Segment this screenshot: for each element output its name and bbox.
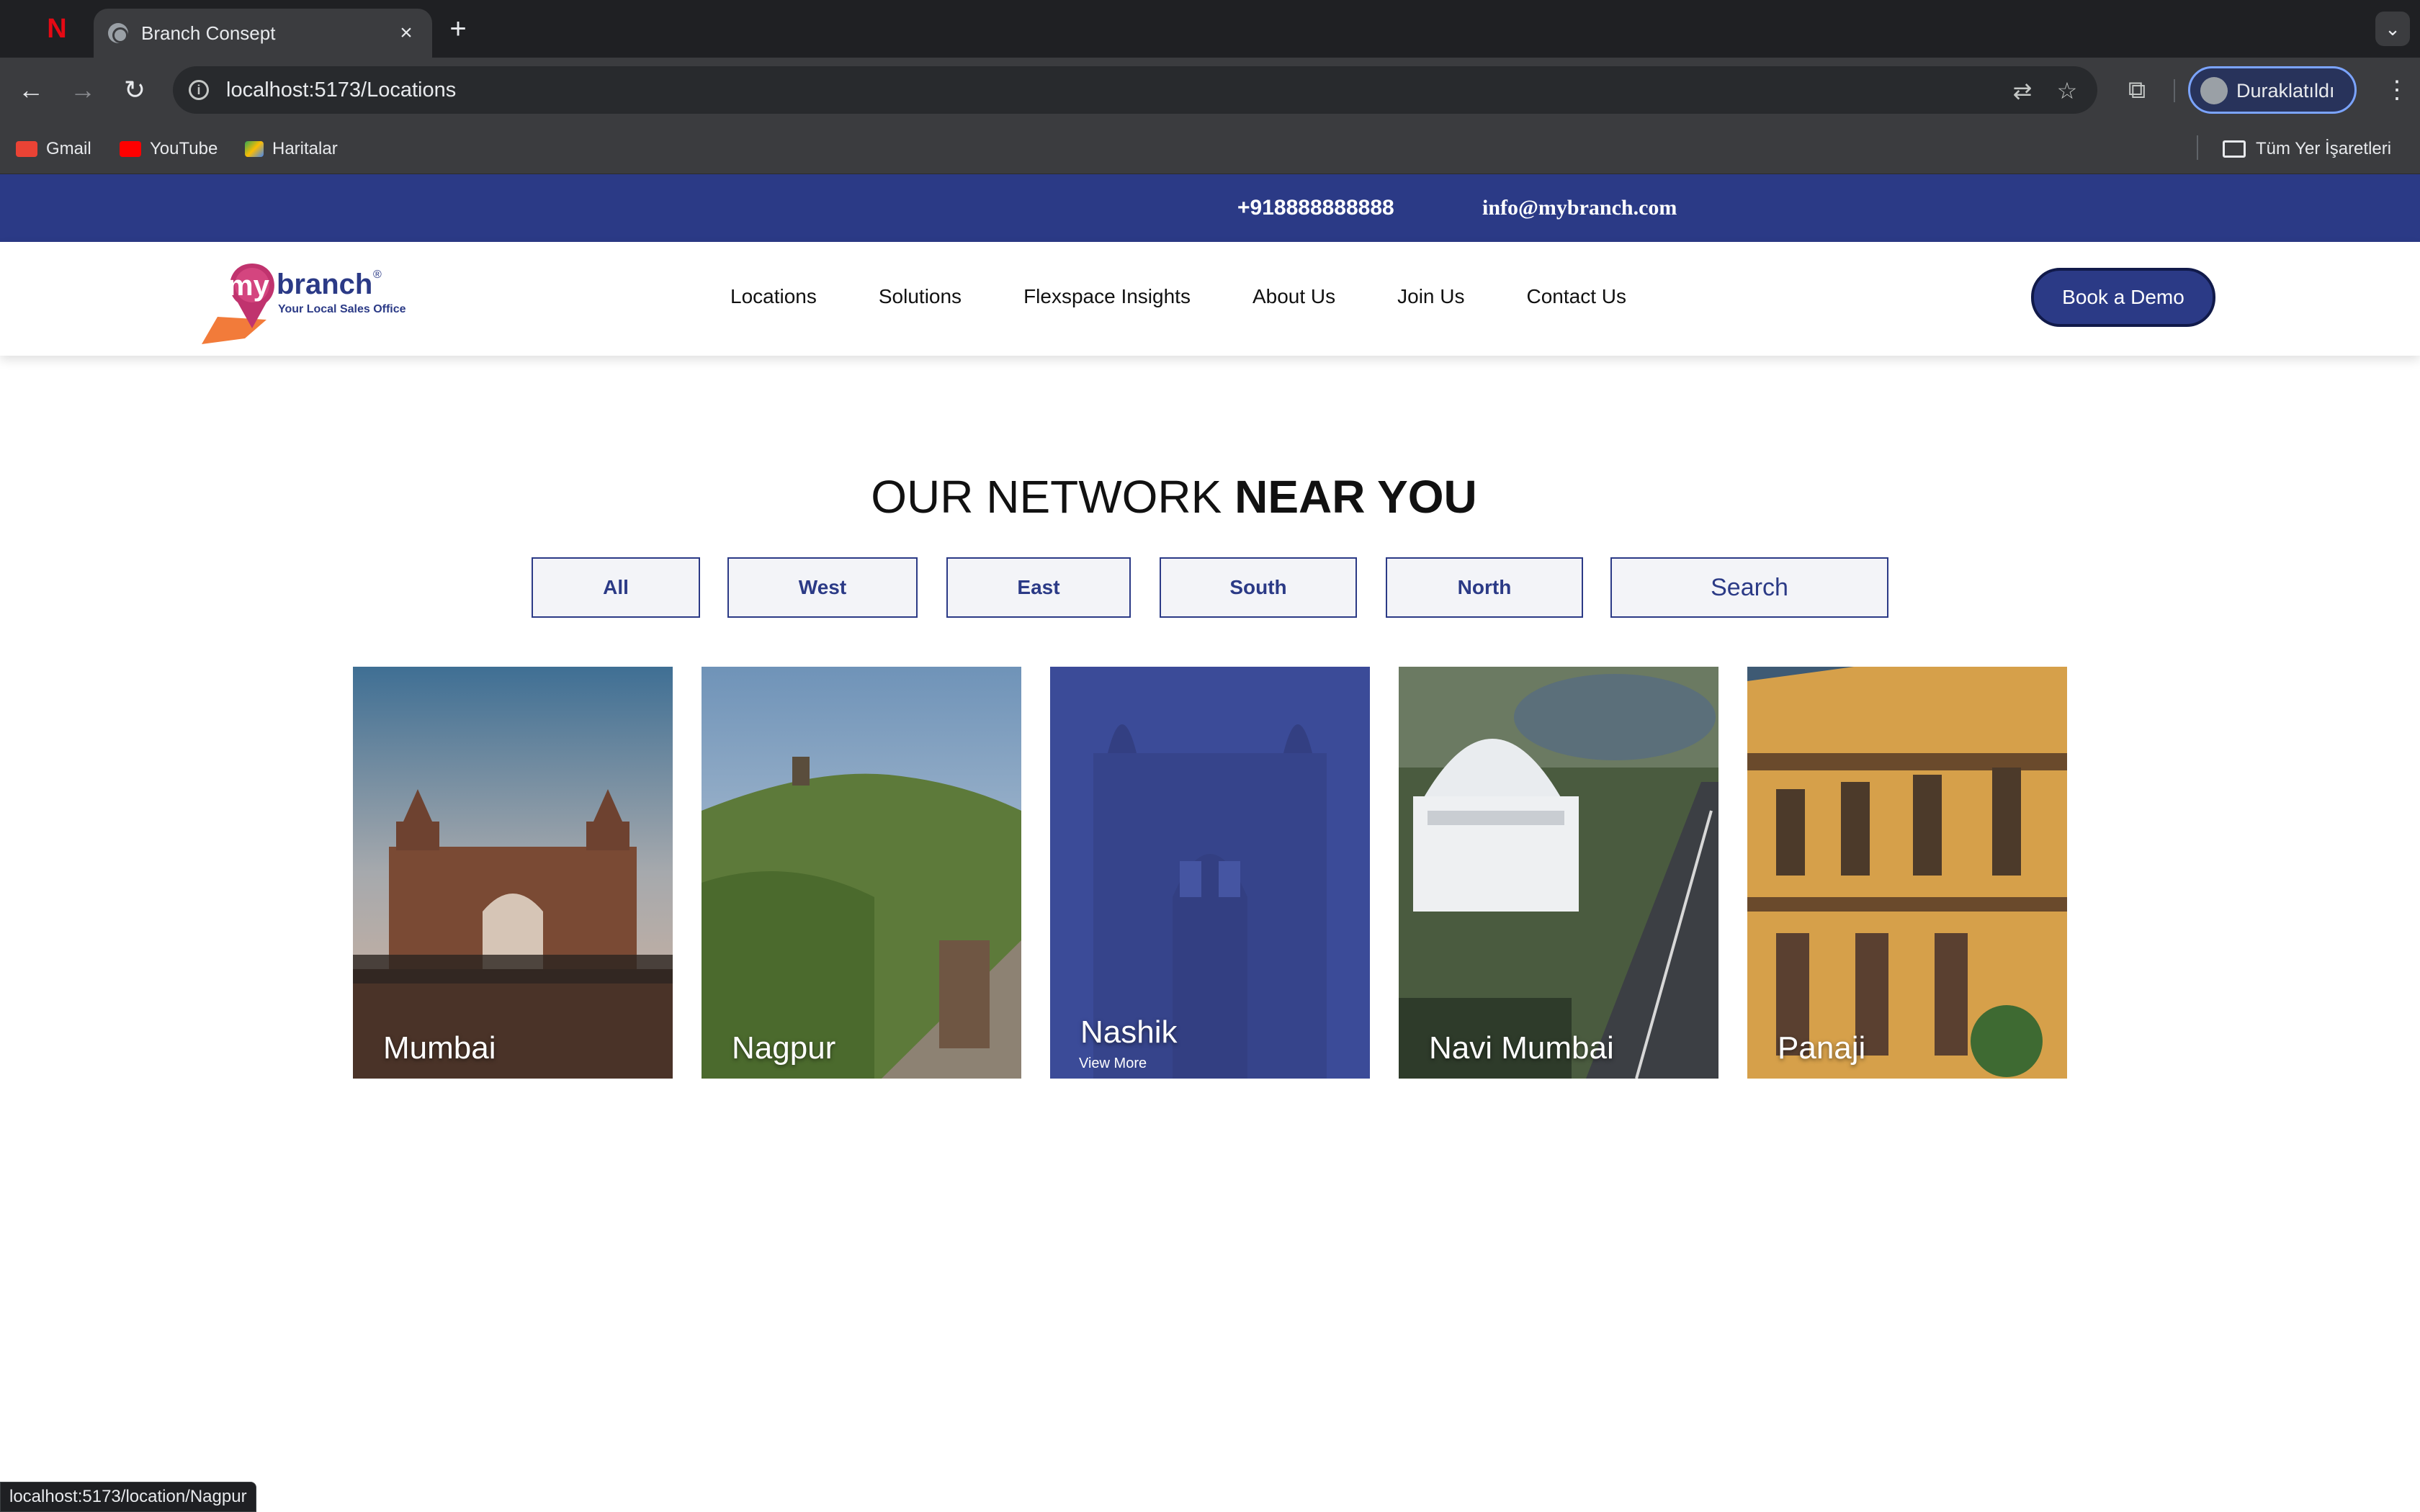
browser-tab-bar: N Branch Consept × + ⌄ xyxy=(0,0,2420,58)
email-address[interactable]: info@mybranch.com xyxy=(1482,193,1677,223)
nav-join-us[interactable]: Join Us xyxy=(1397,278,1464,315)
filter-east-button[interactable]: East xyxy=(946,557,1131,618)
avatar xyxy=(2200,77,2228,104)
main-navbar: my branch ® Your Local Sales Office Loca… xyxy=(0,242,2420,356)
nav-flexspace-insights[interactable]: Flexspace Insights xyxy=(1023,278,1191,315)
location-card-mumbai[interactable]: Mumbai xyxy=(353,667,673,1079)
bookmark-label: Gmail xyxy=(46,139,91,158)
reload-icon[interactable]: ↻ xyxy=(118,73,151,107)
folder-icon xyxy=(2223,140,2246,158)
filter-south-button[interactable]: South xyxy=(1160,557,1357,618)
location-card-navi-mumbai[interactable]: Navi Mumbai xyxy=(1399,667,1718,1079)
location-card-panaji[interactable]: Panaji xyxy=(1747,667,2067,1079)
contact-bar: +918888888888 info@mybranch.com xyxy=(0,174,2420,242)
nav-solutions[interactable]: Solutions xyxy=(879,278,962,315)
mybranch-logo[interactable]: my branch ® Your Local Sales Office xyxy=(202,256,432,346)
bookmark-label: YouTube xyxy=(150,139,218,158)
url-text[interactable]: localhost:5173/Locations xyxy=(226,75,456,105)
logo-branch: branch xyxy=(277,269,372,300)
new-tab-icon[interactable]: + xyxy=(442,13,474,45)
toolbar-divider xyxy=(2174,79,2175,102)
logo-graphic: my branch ® Your Local Sales Office xyxy=(202,264,406,344)
location-card-nashik[interactable]: Nashik View More xyxy=(1050,667,1370,1079)
browser-toolbar: ← → ↻ i localhost:5173/Locations ⇄ ☆ ⧉ D… xyxy=(0,58,2420,122)
forward-icon[interactable]: → xyxy=(66,73,99,107)
star-icon[interactable]: ☆ xyxy=(2053,76,2081,105)
logo-my: my xyxy=(228,270,270,302)
nav-contact-us[interactable]: Contact Us xyxy=(1527,278,1627,315)
nav-locations[interactable]: Locations xyxy=(730,278,817,315)
logo-tagline: Your Local Sales Office xyxy=(278,303,406,315)
card-city-label: Navi Mumbai xyxy=(1429,1030,1614,1066)
bookmarks-bar: Gmail YouTube Haritalar Tüm Yer İşaretle… xyxy=(0,122,2420,174)
phone-number[interactable]: +918888888888 xyxy=(1237,193,1394,223)
search-button[interactable]: Search xyxy=(1610,557,1888,618)
browser-tab[interactable]: Branch Consept × xyxy=(94,9,432,58)
filter-all-button[interactable]: All xyxy=(532,557,700,618)
bookmark-haritalar[interactable]: Haritalar xyxy=(245,137,338,161)
heading-light: OUR NETWORK xyxy=(871,471,1222,523)
profile-button[interactable]: Duraklatıldı xyxy=(2188,66,2357,114)
menu-icon[interactable]: ⋮ xyxy=(2383,72,2411,108)
nav-links: Locations Solutions Flexspace Insights A… xyxy=(730,278,1688,315)
book-demo-button[interactable]: Book a Demo xyxy=(2031,268,2215,327)
chevron-down-icon[interactable]: ⌄ xyxy=(2375,12,2410,46)
filter-north-button[interactable]: North xyxy=(1386,557,1583,618)
netflix-icon[interactable]: N xyxy=(45,13,69,45)
close-icon[interactable]: × xyxy=(392,19,421,48)
location-card-nagpur[interactable]: Nagpur xyxy=(702,667,1021,1079)
gmail-icon xyxy=(16,141,37,157)
bookmark-label: Haritalar xyxy=(272,139,338,158)
all-bookmarks-label: Tüm Yer İşaretleri xyxy=(2256,139,2392,158)
all-bookmarks-button[interactable]: Tüm Yer İşaretleri xyxy=(2223,137,2391,161)
address-bar[interactable]: i localhost:5173/Locations ⇄ ☆ xyxy=(173,66,2097,114)
globe-icon xyxy=(108,23,128,43)
card-city-label: Mumbai xyxy=(383,1030,496,1066)
view-more-link[interactable]: View More xyxy=(1079,1054,1147,1073)
back-icon[interactable]: ← xyxy=(14,73,48,107)
profile-label: Duraklatıldı xyxy=(2236,80,2335,102)
region-filters: All West East South North Search xyxy=(0,557,2420,618)
nagpur-image xyxy=(702,667,1021,1079)
tab-title: Branch Consept xyxy=(141,22,276,44)
status-bar-url: localhost:5173/location/Nagpur xyxy=(0,1482,256,1512)
website: +918888888888 info@mybranch.com my branc… xyxy=(0,174,2420,1512)
card-city-label: Panaji xyxy=(1778,1030,1866,1066)
extensions-icon[interactable]: ⧉ xyxy=(2120,73,2154,107)
youtube-icon xyxy=(120,141,141,157)
maps-icon xyxy=(245,141,264,157)
logo-registered: ® xyxy=(373,269,382,281)
translate-icon[interactable]: ⇄ xyxy=(2008,76,2037,105)
heading-bold: NEAR YOU xyxy=(1234,471,1477,523)
info-icon[interactable]: i xyxy=(189,80,209,100)
bookmarks-divider xyxy=(2197,135,2198,160)
nav-about-us[interactable]: About Us xyxy=(1252,278,1335,315)
page-title: OUR NETWORK NEAR YOU xyxy=(0,468,2348,526)
location-cards: Mumbai Nagpur Nashik View More Navi Mumb… xyxy=(0,667,2420,1079)
card-city-label: Nashik xyxy=(1080,1014,1178,1050)
bookmark-youtube[interactable]: YouTube xyxy=(120,137,218,161)
card-city-label: Nagpur xyxy=(732,1030,836,1066)
bookmark-gmail[interactable]: Gmail xyxy=(16,137,91,161)
navi-mumbai-image xyxy=(1399,667,1718,1079)
panaji-image xyxy=(1747,667,2067,1079)
mumbai-image xyxy=(353,667,673,1079)
filter-west-button[interactable]: West xyxy=(727,557,918,618)
